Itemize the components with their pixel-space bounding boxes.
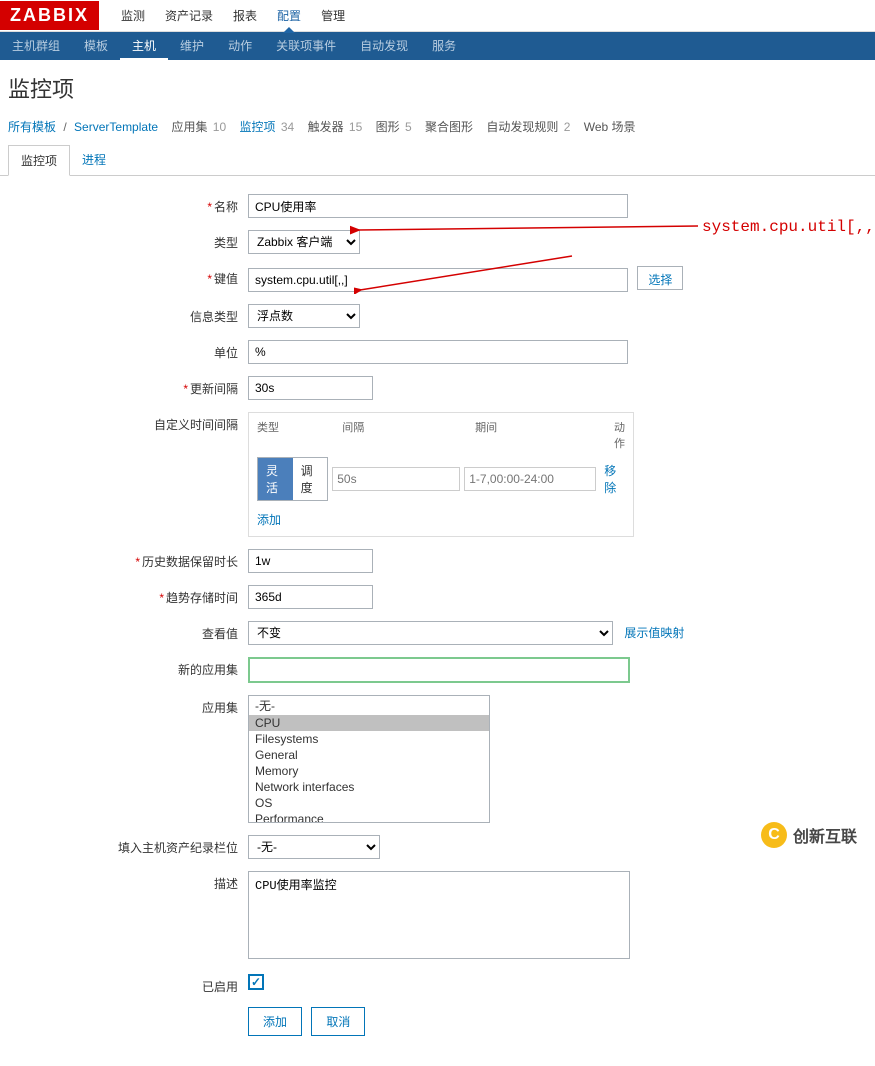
interval-remove-link[interactable]: 移除 xyxy=(604,462,625,496)
enabled-checkbox[interactable]: ✓ xyxy=(248,974,264,990)
nav-configuration[interactable]: 配置 xyxy=(267,0,311,32)
cancel-button[interactable]: 取消 xyxy=(311,1007,365,1036)
sub-nav: 主机群组 模板 主机 维护 动作 关联项事件 自动发现 服务 xyxy=(0,32,875,60)
unit-input[interactable] xyxy=(248,340,628,364)
bc-triggers[interactable]: 触发器 15 xyxy=(308,120,363,134)
breadcrumb: 所有模板 / ServerTemplate 应用集 10 监控项 34 触发器 … xyxy=(0,114,875,145)
applications-listbox[interactable]: -无- CPU Filesystems General Memory Netwo… xyxy=(248,695,490,823)
watermark: C 创新互联 xyxy=(761,822,857,848)
page-title: 监控项 xyxy=(0,60,875,114)
subnav-hosts[interactable]: 主机 xyxy=(120,32,168,60)
subnav-hostgroups[interactable]: 主机群组 xyxy=(0,32,72,60)
app-os[interactable]: OS xyxy=(249,795,489,811)
inventory-select[interactable]: -无- xyxy=(248,835,380,859)
interval-scheduled[interactable]: 调度 xyxy=(293,458,328,500)
nav-inventory[interactable]: 资产记录 xyxy=(155,0,223,32)
interval-flexible[interactable]: 灵活 xyxy=(258,458,293,500)
history-input[interactable] xyxy=(248,549,373,573)
app-performance[interactable]: Performance xyxy=(249,811,489,823)
key-select-button[interactable]: 选择 xyxy=(637,266,683,290)
item-form: *名称 类型 Zabbix 客户端 *键值 选择 信息类型 浮点数 单位 *更新… xyxy=(0,176,875,1066)
nav-administration[interactable]: 管理 xyxy=(311,0,355,32)
nav-reports[interactable]: 报表 xyxy=(223,0,267,32)
interval-add-link[interactable]: 添加 xyxy=(257,513,281,527)
app-cpu[interactable]: CPU xyxy=(249,715,489,731)
app-none[interactable]: -无- xyxy=(249,696,489,715)
watermark-icon: C xyxy=(761,822,787,848)
annotation-text: system.cpu.util[,,] xyxy=(702,218,875,236)
subnav-services[interactable]: 服务 xyxy=(420,32,468,60)
show-valuemap-link[interactable]: 展示值映射 xyxy=(624,626,684,640)
bc-graphs[interactable]: 图形 5 xyxy=(376,120,412,134)
subnav-maintenance[interactable]: 维护 xyxy=(168,32,216,60)
tab-process[interactable]: 进程 xyxy=(70,145,118,175)
nav-monitor[interactable]: 监测 xyxy=(111,0,155,32)
bc-appsets[interactable]: 应用集 10 xyxy=(171,120,226,134)
subnav-templates[interactable]: 模板 xyxy=(72,32,120,60)
breadcrumb-root[interactable]: 所有模板 xyxy=(8,120,56,134)
description-textarea[interactable]: CPU使用率监控 xyxy=(248,871,630,959)
bc-discovery[interactable]: 自动发现规则 2 xyxy=(486,120,570,134)
subnav-discovery[interactable]: 自动发现 xyxy=(348,32,420,60)
breadcrumb-template[interactable]: ServerTemplate xyxy=(74,120,158,134)
zabbix-logo: ZABBIX xyxy=(0,1,99,30)
top-nav: ZABBIX 监测 资产记录 报表 配置 管理 xyxy=(0,0,875,32)
update-interval-input[interactable] xyxy=(248,376,373,400)
bc-web[interactable]: Web 场景 xyxy=(584,120,636,134)
key-input[interactable] xyxy=(248,268,628,292)
new-application-input[interactable] xyxy=(248,657,630,683)
app-filesystems[interactable]: Filesystems xyxy=(249,731,489,747)
app-general[interactable]: General xyxy=(249,747,489,763)
interval-period-input[interactable] xyxy=(464,467,596,491)
bc-items[interactable]: 监控项 34 xyxy=(240,120,295,134)
valuemap-select[interactable]: 不变 xyxy=(248,621,613,645)
tab-item[interactable]: 监控项 xyxy=(8,145,70,176)
trend-input[interactable] xyxy=(248,585,373,609)
subnav-actions[interactable]: 动作 xyxy=(216,32,264,60)
form-tabs: 监控项 进程 xyxy=(0,145,875,176)
subnav-correlation[interactable]: 关联项事件 xyxy=(264,32,348,60)
app-network[interactable]: Network interfaces xyxy=(249,779,489,795)
interval-value-input[interactable] xyxy=(332,467,460,491)
interval-type-toggle: 灵活 调度 xyxy=(257,457,328,501)
add-button[interactable]: 添加 xyxy=(248,1007,302,1036)
app-memory[interactable]: Memory xyxy=(249,763,489,779)
bc-screens[interactable]: 聚合图形 xyxy=(425,120,473,134)
custom-intervals-table: 类型 间隔 期间 动作 灵活 调度 移除 添加 xyxy=(248,412,634,537)
name-input[interactable] xyxy=(248,194,628,218)
type-select[interactable]: Zabbix 客户端 xyxy=(248,230,360,254)
infotype-select[interactable]: 浮点数 xyxy=(248,304,360,328)
